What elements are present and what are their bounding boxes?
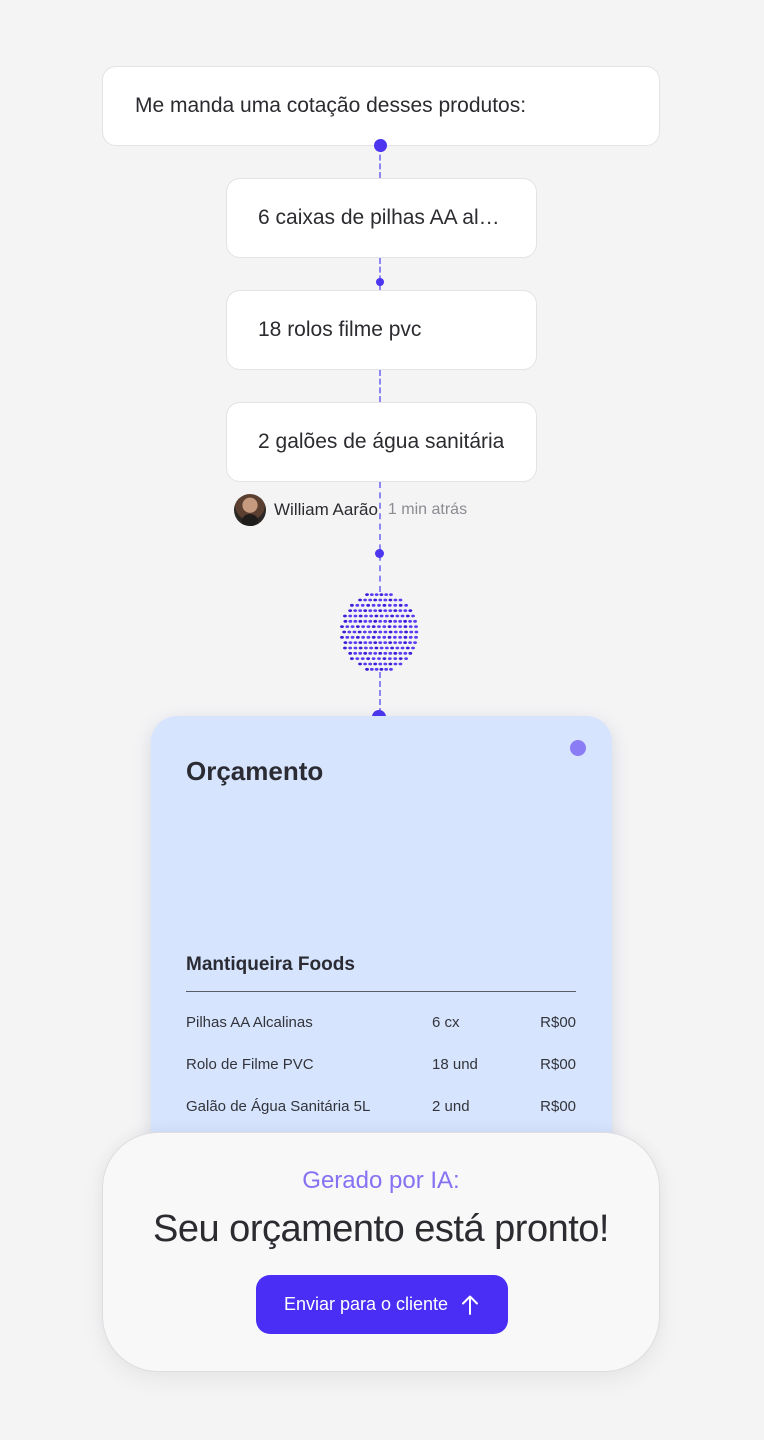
list-item: 6 caixas de pilhas AA alcalinas xyxy=(226,178,537,258)
dotted-sphere-icon xyxy=(340,593,419,671)
send-to-client-button[interactable]: Enviar para o cliente xyxy=(256,1275,508,1334)
connector-line xyxy=(379,672,381,714)
prompt-message-card: Me manda uma cotação desses produtos: xyxy=(102,66,660,146)
row-item-qty: 2 und xyxy=(432,1098,470,1115)
row-item-qty: 6 cx xyxy=(432,1014,460,1031)
row-item-name: Galão de Água Sanitária 5L xyxy=(186,1098,371,1115)
connector-dot xyxy=(374,139,387,152)
arrow-up-icon xyxy=(462,1295,479,1315)
author-info: William Aarão 1 min atrás xyxy=(234,493,467,526)
result-card: Gerado por IA: Seu orçamento está pronto… xyxy=(102,1132,660,1372)
connector-dot xyxy=(375,549,384,558)
author-timestamp: 1 min atrás xyxy=(387,500,468,518)
list-item: 18 rolos filme pvc xyxy=(226,290,537,370)
connector-dot xyxy=(376,278,384,286)
row-item-price: R$00 xyxy=(540,1098,576,1115)
list-item: 2 galões de água sanitária xyxy=(226,402,537,482)
result-headline: Seu orçamento está pronto! xyxy=(153,1208,609,1250)
list-item-text: 18 rolos filme pvc xyxy=(258,318,422,341)
quote-card: Orçamento Mantiqueira Foods Pilhas AA Al… xyxy=(151,716,612,1176)
table-row: Rolo de Filme PVC 18 und R$00 xyxy=(186,1056,576,1080)
send-button-label: Enviar para o cliente xyxy=(283,1294,449,1314)
row-item-name: Pilhas AA Alcalinas xyxy=(186,1014,313,1031)
quote-title: Orçamento xyxy=(186,756,324,786)
supplier-name: Mantiqueira Foods xyxy=(186,954,355,975)
divider xyxy=(186,991,576,992)
table-row: Galão de Água Sanitária 5L 2 und R$00 xyxy=(186,1098,576,1122)
row-item-price: R$00 xyxy=(540,1056,576,1073)
row-item-qty: 18 und xyxy=(432,1056,478,1073)
author-name: William Aarão xyxy=(274,499,378,519)
list-item-text: 2 galões de água sanitária xyxy=(258,430,505,453)
prompt-message-text: Me manda uma cotação desses produtos: xyxy=(135,94,527,117)
ai-generated-label: Gerado por IA: xyxy=(302,1167,460,1194)
row-item-name: Rolo de Filme PVC xyxy=(186,1056,314,1073)
connector-line xyxy=(379,370,381,402)
table-row: Pilhas AA Alcalinas 6 cx R$00 xyxy=(186,1014,576,1038)
row-item-price: R$00 xyxy=(540,1014,576,1031)
status-dot xyxy=(570,740,586,756)
avatar xyxy=(234,493,266,526)
list-item-text: 6 caixas de pilhas AA alcalinas xyxy=(258,206,508,229)
